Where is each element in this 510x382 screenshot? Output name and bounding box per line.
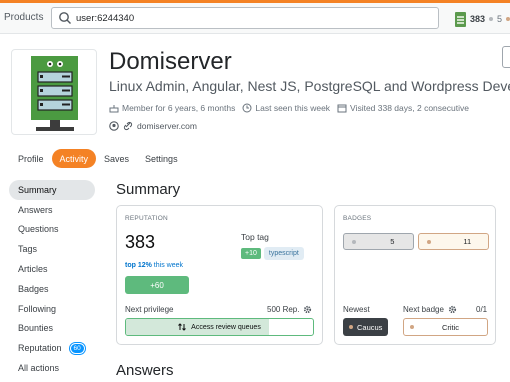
top-tag-name[interactable]: typescript bbox=[263, 247, 304, 260]
next-badge-label: Next badge bbox=[403, 305, 457, 314]
gear-icon[interactable] bbox=[448, 305, 457, 314]
sidenav-bounties[interactable]: Bounties bbox=[9, 319, 95, 339]
newest-badge[interactable]: Caucus bbox=[343, 318, 389, 336]
next-badge-label-text: Next badge bbox=[403, 305, 444, 314]
reputation-count: 383 bbox=[470, 14, 486, 24]
visited: Visited 338 days, 2 consecutive bbox=[337, 103, 469, 113]
sidenav-answers[interactable]: Answers bbox=[9, 200, 95, 220]
gear-icon[interactable] bbox=[303, 305, 312, 314]
next-privilege-rep: 500 Rep. bbox=[267, 305, 312, 314]
avatar bbox=[11, 49, 97, 135]
top-tag-label: Top tag bbox=[241, 232, 269, 242]
bronze-badge-total: 11 bbox=[463, 237, 472, 246]
last-seen-text: Last seen this week bbox=[255, 103, 331, 113]
user-rep-summary[interactable]: 383 5 1 bbox=[455, 10, 510, 28]
next-badge-name: Critic bbox=[441, 322, 460, 332]
bronze-badge-icon bbox=[427, 239, 431, 244]
link-icon bbox=[123, 121, 133, 131]
sidenav-summary[interactable]: Summary bbox=[9, 180, 95, 200]
bronze-badge-icon bbox=[506, 17, 510, 21]
summary-heading: Summary bbox=[116, 181, 181, 198]
search-input[interactable] bbox=[76, 11, 426, 25]
next-privilege-name-text: Access review queues bbox=[191, 323, 261, 331]
top-tag-score: +10 bbox=[241, 248, 261, 259]
profile-meta: Member for 6 years, 6 months Last seen t… bbox=[109, 103, 476, 113]
server-avatar-icon bbox=[31, 56, 78, 131]
silver-badge-icon bbox=[352, 239, 356, 244]
silver-badge-icon bbox=[489, 17, 494, 21]
review-queue-icon bbox=[178, 323, 187, 331]
next-privilege-rep-text: 500 Rep. bbox=[267, 305, 300, 314]
sidenav-following[interactable]: Following bbox=[9, 299, 95, 319]
next-privilege-name: Access review queues bbox=[126, 319, 313, 335]
reputation-label: REPUTATION bbox=[125, 215, 168, 222]
newest-badge-name: Caucus bbox=[357, 322, 383, 332]
sidenav-articles[interactable]: Articles bbox=[9, 259, 95, 279]
profile-links: domiserver.com bbox=[109, 121, 197, 131]
user-avatar-mini[interactable] bbox=[455, 11, 466, 27]
profile-title: Linux Admin, Angular, Nest JS, PostgreSQ… bbox=[109, 78, 510, 94]
top-tag: +10 typescript bbox=[241, 247, 304, 260]
search-box[interactable] bbox=[51, 7, 439, 29]
next-privilege-label: Next privilege bbox=[125, 305, 174, 314]
silver-badge-total: 5 bbox=[390, 237, 395, 246]
silver-badge-count: 5 bbox=[497, 14, 503, 24]
calendar-icon bbox=[337, 104, 347, 113]
sidenav-reputation-label: Reputation bbox=[18, 343, 62, 354]
tab-activity[interactable]: Activity bbox=[51, 149, 97, 168]
cake-icon bbox=[109, 105, 119, 113]
silver-badges[interactable]: 5 bbox=[343, 233, 414, 250]
clock-icon bbox=[242, 103, 252, 113]
reputation-rank: top 12% this week bbox=[125, 262, 183, 269]
next-badge-progress: 0/1 bbox=[476, 305, 488, 314]
reputation-rank-percent: top 12% bbox=[125, 262, 152, 269]
activity-sidenav: Summary Answers Questions Tags Articles … bbox=[9, 180, 95, 378]
sidenav-reputation[interactable]: Reputation 60 bbox=[9, 338, 95, 358]
sidenav-badges[interactable]: Badges bbox=[9, 279, 95, 299]
member-for-text: Member for 6 years, 6 months bbox=[122, 103, 236, 113]
reputation-change: +60 bbox=[125, 276, 189, 294]
reputation-rank-period: this week bbox=[153, 262, 183, 269]
badges-label: BADGES bbox=[343, 215, 372, 222]
edit-profile-button[interactable] bbox=[502, 46, 510, 68]
next-privilege-progress[interactable]: Access review queues bbox=[125, 318, 314, 336]
last-seen: Last seen this week bbox=[242, 103, 330, 113]
products-menu[interactable]: Products bbox=[4, 12, 43, 23]
profile-name: Domiserver bbox=[109, 48, 232, 75]
profile-tabs: Profile Activity Saves Settings bbox=[10, 149, 186, 168]
tab-profile[interactable]: Profile bbox=[10, 149, 52, 168]
sidenav-tags[interactable]: Tags bbox=[9, 239, 95, 259]
search-icon bbox=[59, 12, 71, 24]
github-icon[interactable] bbox=[109, 121, 119, 131]
bronze-badge-icon bbox=[349, 325, 353, 329]
visited-text: Visited 338 days, 2 consecutive bbox=[350, 103, 469, 113]
bronze-badges[interactable]: 11 bbox=[418, 233, 489, 250]
member-for: Member for 6 years, 6 months bbox=[109, 103, 235, 113]
tab-saves[interactable]: Saves bbox=[96, 149, 137, 168]
newest-badge-label: Newest bbox=[343, 305, 370, 314]
sidenav-all-actions[interactable]: All actions bbox=[9, 358, 95, 378]
website-link[interactable]: domiserver.com bbox=[137, 121, 197, 131]
reputation-count-badge: 60 bbox=[69, 342, 85, 354]
reputation-value: 383 bbox=[125, 232, 156, 252]
tab-settings[interactable]: Settings bbox=[137, 149, 186, 168]
top-bar: Products 383 5 1 bbox=[0, 0, 510, 34]
sidenav-questions[interactable]: Questions bbox=[9, 220, 95, 240]
next-badge[interactable]: Critic bbox=[403, 318, 488, 336]
reputation-card: REPUTATION 383 top 12% this week +60 Top… bbox=[116, 205, 323, 345]
badges-card: BADGES 5 11 Newest Caucus Next badge 0/1… bbox=[334, 205, 496, 345]
answers-heading: Answers bbox=[116, 362, 174, 379]
